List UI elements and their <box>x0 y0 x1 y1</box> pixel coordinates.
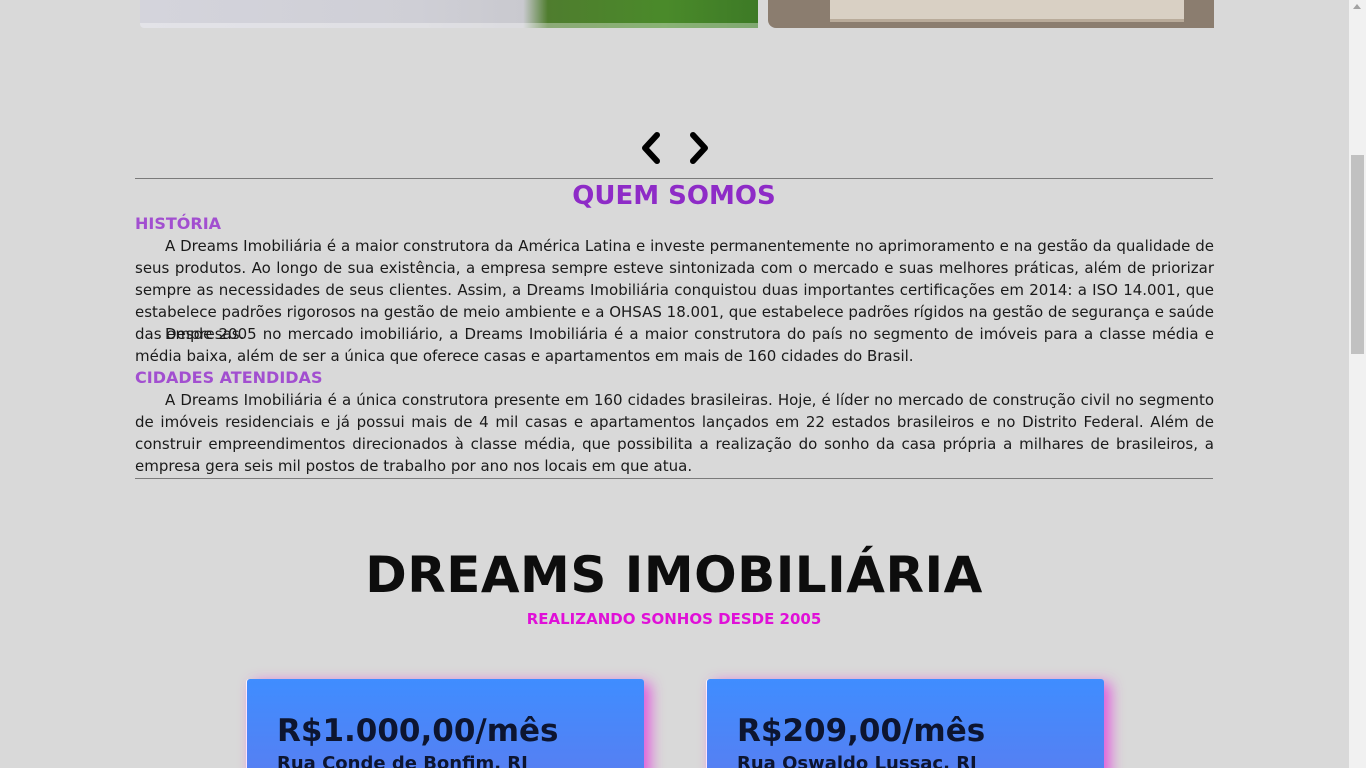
heading-cidades-atendidas: CIDADES ATENDIDAS <box>135 368 323 387</box>
listing-address: Rua Oswaldo Lussac, RJ <box>737 753 977 768</box>
brand-tagline: REALIZANDO SONHOS DESDE 2005 <box>526 610 822 628</box>
chevron-right-icon <box>690 132 708 164</box>
carousel-image-left[interactable] <box>140 0 758 28</box>
divider-bottom <box>135 478 1213 479</box>
listing-card[interactable]: R$1.000,00/mês Rua Conde de Bonfim, RJ <box>247 679 644 768</box>
heading-historia: HISTÓRIA <box>135 214 222 233</box>
scroll-up-arrow-icon[interactable] <box>1353 4 1361 9</box>
carousel-next-button[interactable] <box>686 131 712 165</box>
carousel-controls <box>638 131 714 165</box>
page-scrollbar[interactable] <box>1349 0 1366 768</box>
carousel-prev-button[interactable] <box>638 131 664 165</box>
section-title-quem-somos: QUEM SOMOS <box>572 181 776 211</box>
cities-paragraph: A Dreams Imobiliária é a única construto… <box>135 391 1214 475</box>
listing-price: R$1.000,00/mês <box>277 713 559 749</box>
listing-card[interactable]: R$209,00/mês Rua Oswaldo Lussac, RJ <box>707 679 1104 768</box>
chevron-left-icon <box>642 132 660 164</box>
page: QUEM SOMOS HISTÓRIA A Dreams Imobiliária… <box>0 0 1349 768</box>
carousel-image-detail <box>830 0 1184 22</box>
listing-price: R$209,00/mês <box>737 713 986 749</box>
history-paragraph-2: Desde 2005 no mercado imobiliário, a Dre… <box>135 325 1214 365</box>
brand-title: DREAMS IMOBILIÁRIA <box>365 546 983 604</box>
scrollbar-thumb[interactable] <box>1351 155 1364 354</box>
carousel-image-right[interactable] <box>768 0 1214 28</box>
divider-top <box>135 178 1213 179</box>
listing-address: Rua Conde de Bonfim, RJ <box>277 753 528 768</box>
